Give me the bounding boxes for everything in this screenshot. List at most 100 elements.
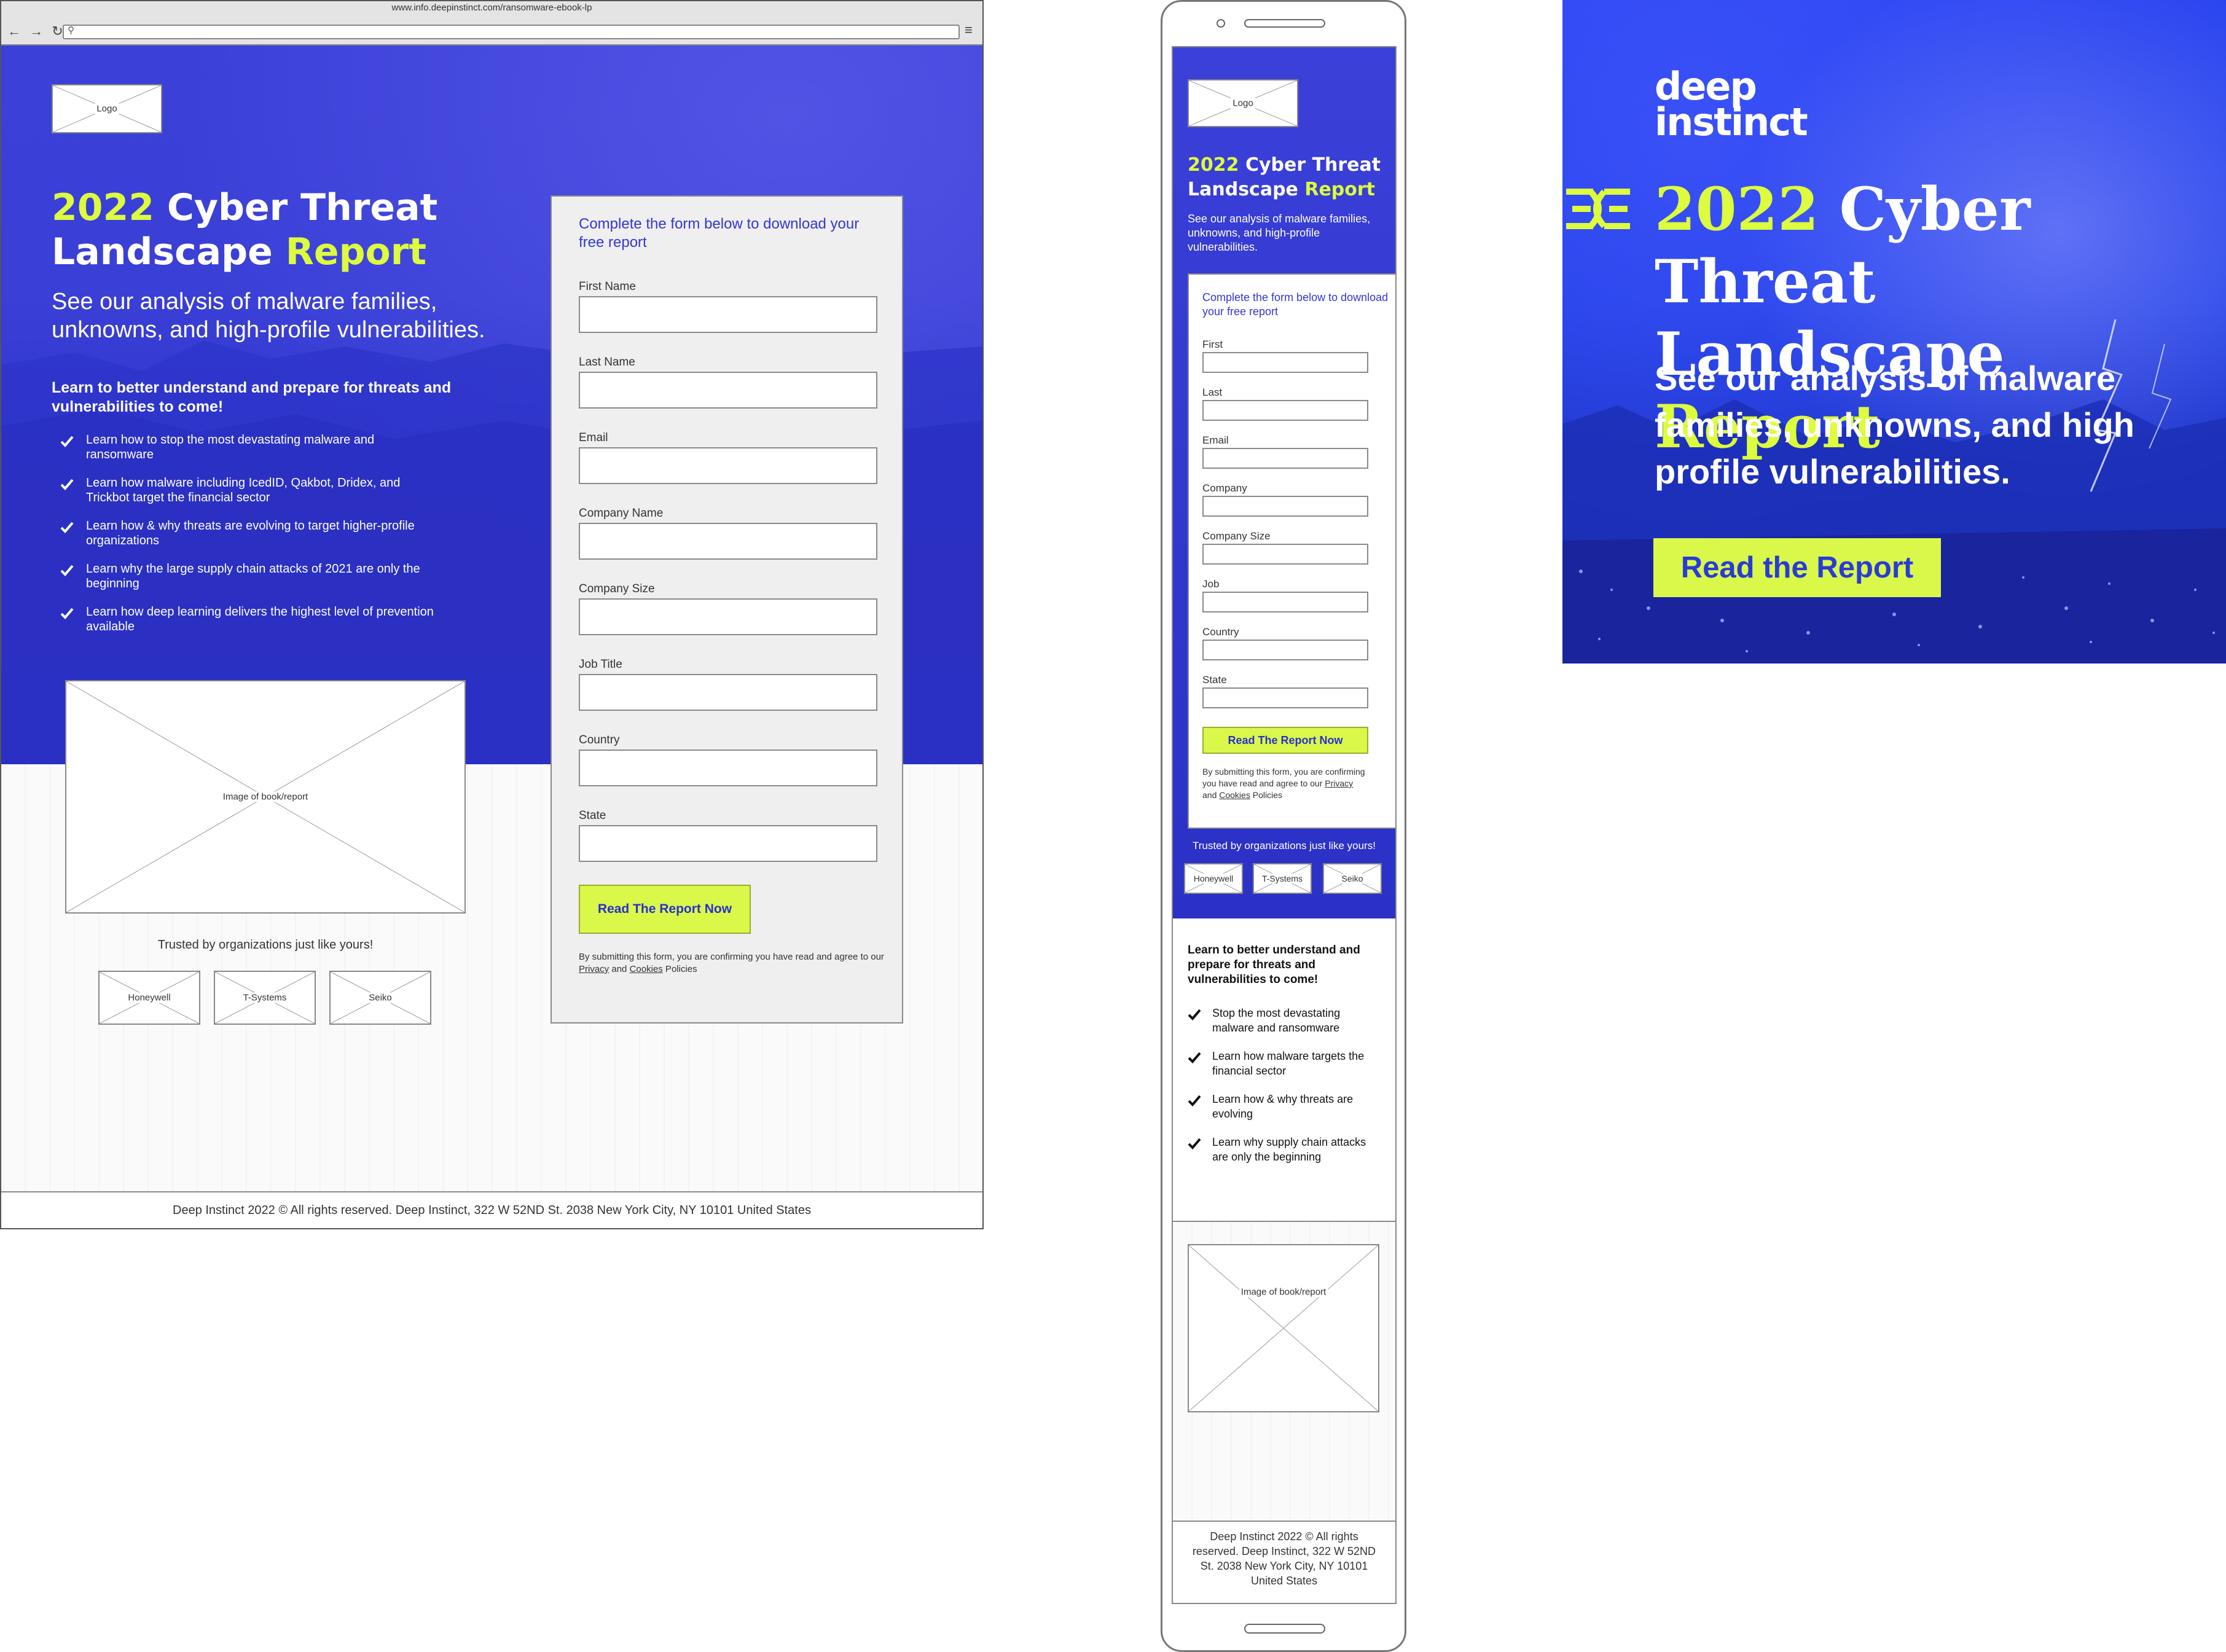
read-the-report-button[interactable]: Read the Report [1653, 538, 1941, 597]
country-input[interactable] [579, 750, 877, 786]
country-label: Country [1202, 626, 1239, 638]
company-logo: T-Systems [214, 971, 316, 1025]
form-disclaimer: By submitting this form, you are confirm… [1202, 766, 1368, 801]
company-name-input[interactable] [579, 523, 877, 560]
mobile-footer: Deep Instinct 2022 © All rights reserved… [1173, 1521, 1395, 1603]
deep-instinct-mark-icon [1566, 189, 1630, 229]
disclaimer-text: By submitting this form, you are confirm… [579, 952, 884, 962]
search-icon: ⚲ [68, 25, 74, 36]
company-logo-row: Honeywell T-Systems Seiko [98, 971, 442, 1026]
trusted-by-text: Trusted by organizations just like yours… [157, 938, 374, 952]
read-report-button[interactable]: Read The Report Now [579, 885, 751, 934]
privacy-link[interactable]: Privacy [579, 964, 609, 974]
home-button[interactable] [1244, 1624, 1325, 1634]
title-line1: Cyber Threat [154, 186, 438, 229]
mobile-book-image-placeholder: Image of book/report [1188, 1244, 1379, 1412]
company-logo-label: Seiko [1339, 874, 1365, 883]
mobile-logo-placeholder[interactable]: Logo [1188, 79, 1298, 127]
checkmark-icon [60, 479, 74, 490]
title-line1: Cyber Threat [1239, 154, 1381, 176]
title-report: Report [285, 230, 427, 273]
title-year: 2022 [1188, 154, 1239, 176]
email-label: Email [1202, 434, 1229, 446]
title-year: 2022 [52, 186, 154, 229]
last-name-input[interactable] [579, 372, 877, 409]
title-line2: Landscape [52, 230, 286, 273]
company-logo: Seiko [1323, 863, 1382, 894]
benefit-item: Learn why the large supply chain attacks… [60, 562, 441, 591]
benefit-text: Learn why supply chain attacks are only … [1212, 1136, 1366, 1163]
page-title: 2022 Cyber Threat Landscape Report [52, 186, 519, 274]
last-name-label: Last Name [579, 356, 635, 369]
hamburger-menu-icon[interactable]: ≡ [965, 22, 973, 38]
company-label: Company [1202, 482, 1247, 494]
company-size-input[interactable] [579, 598, 877, 635]
benefit-item: Learn how deep learning delivers the hig… [60, 605, 441, 634]
job-title-label: Job Title [579, 658, 622, 671]
book-image-placeholder: Image of book/report [65, 680, 466, 914]
email-input[interactable] [579, 447, 877, 484]
job-input[interactable] [1202, 592, 1368, 613]
country-label: Country [579, 734, 620, 746]
mobile-company-logo-row: Honeywell T-Systems Seiko [1184, 863, 1393, 896]
checkmark-icon [1188, 1052, 1201, 1063]
first-name-label: First Name [579, 280, 636, 293]
benefit-text: Learn how & why threats are evolving [1212, 1093, 1354, 1120]
deep-instinct-logo: deep instinct [1655, 68, 1808, 144]
brand-line2: instinct [1655, 100, 1808, 144]
company-logo-label: Honeywell [126, 992, 173, 1003]
benefit-list: Learn how to stop the most devastating m… [60, 433, 441, 648]
benefit-text: Learn how to stop the most devastating m… [86, 433, 375, 461]
company-logo: Honeywell [1184, 863, 1243, 894]
checkmark-icon [1188, 1009, 1201, 1020]
company-size-input[interactable] [1202, 544, 1368, 565]
mobile-learn-heading: Learn to better understand and prepare f… [1188, 944, 1360, 986]
privacy-link[interactable]: Privacy [1325, 778, 1353, 788]
logo-placeholder[interactable]: Logo [52, 84, 162, 133]
title-report: Report [1304, 179, 1376, 200]
page-subtitle: See our analysis of malware families, un… [52, 289, 485, 343]
ad-subtitle: See our analysis of malware families, un… [1655, 359, 2134, 491]
first-name-input[interactable] [579, 296, 877, 333]
cookies-link[interactable]: Cookies [1219, 790, 1250, 800]
benefit-text: Learn why the large supply chain attacks… [86, 562, 420, 590]
state-label: State [1202, 674, 1227, 686]
page-footer: Deep Instinct 2022 © All rights reserved… [1, 1191, 982, 1228]
checkmark-icon [60, 608, 74, 619]
state-input[interactable] [579, 825, 877, 862]
email-input[interactable] [1202, 448, 1368, 469]
first-name-input[interactable] [1202, 352, 1368, 373]
browser-nav-buttons[interactable]: ← → ↻ [7, 23, 66, 39]
browser-address-bar[interactable] [63, 25, 960, 39]
benefit-item: Learn how malware targets the financial … [1188, 1049, 1384, 1078]
form-intro: Complete the form below to download your… [579, 216, 860, 251]
disclaimer-and: and [609, 964, 630, 974]
book-image-label: Image of book/report [221, 791, 310, 802]
last-name-label: Last [1202, 386, 1223, 398]
disclaimer-and: and [1202, 790, 1220, 800]
benefit-text: Learn how malware targets the financial … [1212, 1050, 1365, 1077]
learn-heading: Learn to better understand and prepare f… [52, 379, 452, 415]
form-disclaimer: By submitting this form, you are confirm… [579, 951, 886, 976]
browser-toolbar: www.info.deepinstinct.com/ransomware-ebo… [1, 1, 982, 45]
logo-label: Logo [1231, 98, 1255, 109]
mobile-subtitle: See our analysis of malware families, un… [1188, 213, 1371, 253]
benefit-text: Learn how malware including IcedID, Qakb… [86, 476, 401, 504]
mobile-read-report-button[interactable]: Read The Report Now [1202, 727, 1368, 754]
mobile-page-title: 2022 Cyber Threat Landscape Report [1188, 153, 1390, 202]
mobile-benefit-list: Stop the most devastating malware and ra… [1188, 1006, 1384, 1178]
company-input[interactable] [1202, 496, 1368, 517]
benefit-item: Learn how & why threats are evolving [1188, 1092, 1384, 1121]
checkmark-icon [60, 522, 74, 533]
browser-url: www.info.deepinstinct.com/ransomware-ebo… [391, 2, 592, 13]
country-input[interactable] [1202, 640, 1368, 660]
job-title-input[interactable] [579, 674, 877, 711]
email-label: Email [579, 431, 608, 444]
first-name-label: First [1202, 339, 1223, 350]
last-name-input[interactable] [1202, 400, 1368, 421]
state-input[interactable] [1202, 687, 1368, 708]
company-logo: T-Systems [1253, 863, 1312, 894]
cookies-link[interactable]: Cookies [630, 964, 663, 974]
company-size-label: Company Size [579, 582, 655, 595]
benefit-text: Stop the most devastating malware and ra… [1212, 1007, 1341, 1034]
